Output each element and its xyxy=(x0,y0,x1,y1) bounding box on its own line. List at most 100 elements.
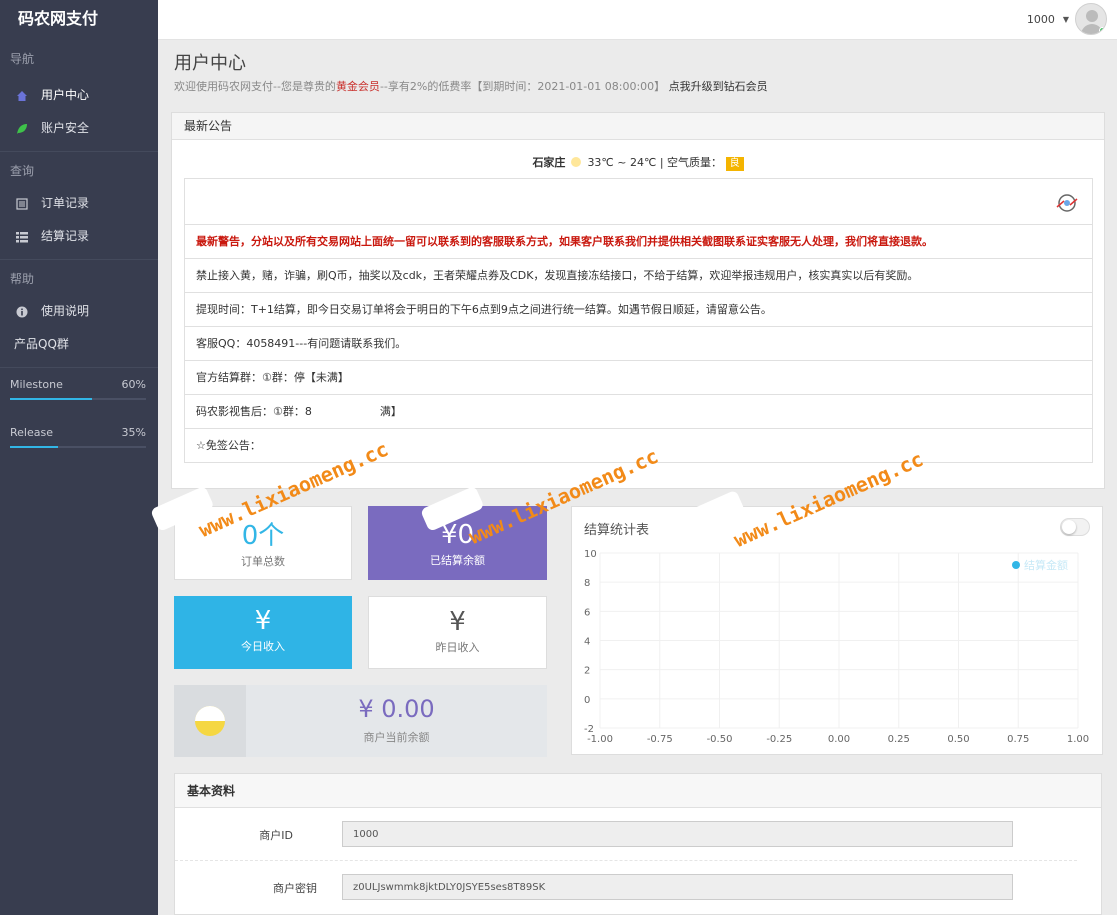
notice-row: 客服QQ：4058491---有问题请联系我们。 xyxy=(185,326,1092,360)
upgrade-link[interactable]: 点我升级到钻石会员 xyxy=(669,80,768,93)
milestone-progress: Milestone 60% xyxy=(0,376,158,400)
basic-info-panel: 基本资料 商户ID 商户密钥 xyxy=(174,773,1102,915)
sidebar: 码农网支付 导航 用户中心 账户安全 查询 订单记录 结算记录 帮助 使用说明 … xyxy=(0,0,158,915)
today-income-label: 今日收入 xyxy=(241,640,285,653)
table-icon xyxy=(16,231,28,243)
notice-row-tail: 满】 xyxy=(379,405,402,418)
help-section-title: 帮助 xyxy=(10,272,35,286)
sidebar-item-label: 使用说明 xyxy=(41,304,90,318)
notice-panel: 最新公告 石家庄 33℃ ~ 24℃ | 空气质量： 良 最新警告，分站以及所有交… xyxy=(171,112,1105,489)
merchant-id-label: 商户ID xyxy=(259,829,293,842)
x-tick-label: -1.00 xyxy=(587,734,613,745)
page-title: 用户中心 xyxy=(174,53,246,74)
weather-temp: 33℃ ~ 24℃ | 空气质量： xyxy=(587,156,723,169)
y-tick-label: 4 xyxy=(584,637,590,648)
sidebar-item-label: 账户安全 xyxy=(41,121,90,135)
x-tick-label: 0.75 xyxy=(1007,734,1029,745)
notice-row: 提现时间：T+1结算，即今日交易订单将会于明日的下午6点到9点之间进行统一结算。… xyxy=(185,292,1092,326)
yesterday-income-card: ¥ 昨日收入 xyxy=(368,596,547,669)
user-menu[interactable]: 1000 ▼ xyxy=(1027,3,1107,35)
x-tick-label: 1.00 xyxy=(1067,734,1089,745)
form-row-merchant-key: 商户密钥 xyxy=(175,861,1101,914)
online-status-dot xyxy=(1099,27,1106,34)
form-row-merchant-id: 商户ID xyxy=(175,808,1077,861)
sidebar-item-usage-guide[interactable]: 使用说明 xyxy=(0,295,158,328)
query-section-title: 查询 xyxy=(10,164,35,178)
sun-icon xyxy=(571,157,582,167)
welcome-text: 欢迎使用码农网支付--您是尊贵的黄金会员--享有2%的低费率【到期时间：2021… xyxy=(174,78,768,94)
pie-chart-icon xyxy=(174,685,246,757)
notice-row: 官方结算群：①群：停【未满】 xyxy=(185,360,1092,394)
avatar[interactable] xyxy=(1075,3,1107,35)
y-tick-label: 2 xyxy=(584,666,590,677)
legend-marker xyxy=(1012,561,1020,569)
leaf-icon xyxy=(16,123,28,135)
progress-percent: 60% xyxy=(121,378,146,391)
nav-section-title: 导航 xyxy=(10,52,35,66)
merchant-key-label: 商户密钥 xyxy=(273,882,317,895)
y-tick-label: 8 xyxy=(584,578,590,589)
panel-title: 基本资料 xyxy=(175,774,1101,808)
x-tick-label: 0.50 xyxy=(947,734,969,745)
panel-title: 最新公告 xyxy=(172,113,1104,140)
home-icon xyxy=(16,90,28,102)
x-tick-label: 0.00 xyxy=(828,734,850,745)
progress-fill xyxy=(10,446,58,448)
top-header: 1000 ▼ xyxy=(158,0,1117,40)
page-header: 用户中心 欢迎使用码农网支付--您是尊贵的黄金会员--享有2%的低费率【到期时间… xyxy=(174,52,768,94)
sidebar-item-label: 订单记录 xyxy=(41,196,90,210)
settlement-chart-panel: 结算统计表 10 8 6 4 2 0 -2 -1.00 -0.75 -0.50 -0.25 0.00 0… xyxy=(571,506,1103,755)
order-count-label: 订单总数 xyxy=(241,555,285,568)
settlement-chart: 1086420-2-1.00 -0.75 -0.50 -0.25 0.00 0.25 0.5… xyxy=(584,549,1089,745)
merchant-id-field[interactable] xyxy=(342,821,1013,847)
today-income-card: ¥ 今日收入 xyxy=(174,596,352,669)
current-balance-card: ¥ 0.00 商户当前余额 xyxy=(174,685,547,757)
notice-table: 最新警告，分站以及所有交易网站上面统一留可以联系到的客服联系方式，如果客户联系我… xyxy=(184,178,1093,463)
tool-icon[interactable] xyxy=(1054,192,1080,214)
sidebar-item-label: 用户中心 xyxy=(41,88,90,102)
air-quality-badge: 良 xyxy=(725,157,744,171)
today-income: ¥ xyxy=(254,606,272,636)
sidebar-item-settlement-records[interactable]: 结算记录 xyxy=(0,220,158,253)
merchant-key-field[interactable] xyxy=(342,874,1013,900)
welcome-prefix: 欢迎使用码农网支付--您是尊贵的 xyxy=(174,80,336,93)
sidebar-item-qq-group[interactable]: 产品QQ群 xyxy=(0,328,158,361)
x-tick-label: 0.25 xyxy=(888,734,910,745)
y-tick-label: 6 xyxy=(584,607,590,618)
y-tick-label: 10 xyxy=(584,549,597,560)
notice-toolbar-row xyxy=(185,179,1092,224)
current-balance-label: 商户当前余额 xyxy=(363,731,430,744)
yesterday-income: ¥ xyxy=(449,607,466,637)
rate-expiry: --享有2%的低费率【到期时间：2021-01-01 08:00:00】 xyxy=(379,80,666,93)
sidebar-item-label: 结算记录 xyxy=(41,229,90,243)
progress-percent: 35% xyxy=(121,426,146,439)
x-tick-label: -0.75 xyxy=(647,734,673,745)
x-tick-label: -0.50 xyxy=(707,734,733,745)
notice-row-text: 码农影视售后：①群：8 xyxy=(196,405,312,418)
current-balance: ¥ 0.00 xyxy=(358,695,435,723)
settled-balance-label: 已结算余额 xyxy=(430,554,485,567)
weather-widget: 石家庄 33℃ ~ 24℃ | 空气质量： 良 xyxy=(172,155,1104,171)
notice-row: 码农影视售后：①群：8 满】 xyxy=(185,394,1092,428)
sidebar-item-user-center[interactable]: 用户中心 xyxy=(0,79,158,112)
sidebar-divider xyxy=(0,259,158,260)
x-tick-label: -0.25 xyxy=(766,734,792,745)
caret-down-icon: ▼ xyxy=(1062,14,1069,24)
notice-row: 禁止接入黄，赌，诈骗，刷Q币，抽奖以及cdk，王者荣耀点券及CDK，发现直接冻结… xyxy=(185,258,1092,292)
release-progress: Release 35% xyxy=(0,424,158,448)
y-tick-label: 0 xyxy=(584,695,590,706)
info-icon xyxy=(16,306,28,318)
weather-city: 石家庄 xyxy=(532,156,566,169)
sidebar-item-account-security[interactable]: 账户安全 xyxy=(0,112,158,145)
member-level: 黄金会员 xyxy=(335,80,380,93)
sidebar-divider xyxy=(0,367,158,368)
list-icon xyxy=(16,197,28,210)
notice-row-warning: 最新警告，分站以及所有交易网站上面统一留可以联系到的客服联系方式，如果客户联系我… xyxy=(185,224,1092,258)
yesterday-income-label: 昨日收入 xyxy=(435,641,480,654)
progress-label: Milestone xyxy=(10,378,63,391)
brand-logo[interactable]: 码农网支付 xyxy=(0,0,158,40)
sidebar-divider xyxy=(0,151,158,152)
sidebar-item-order-records[interactable]: 订单记录 xyxy=(0,187,158,220)
sidebar-item-label: 产品QQ群 xyxy=(14,337,69,351)
progress-track xyxy=(10,446,146,448)
